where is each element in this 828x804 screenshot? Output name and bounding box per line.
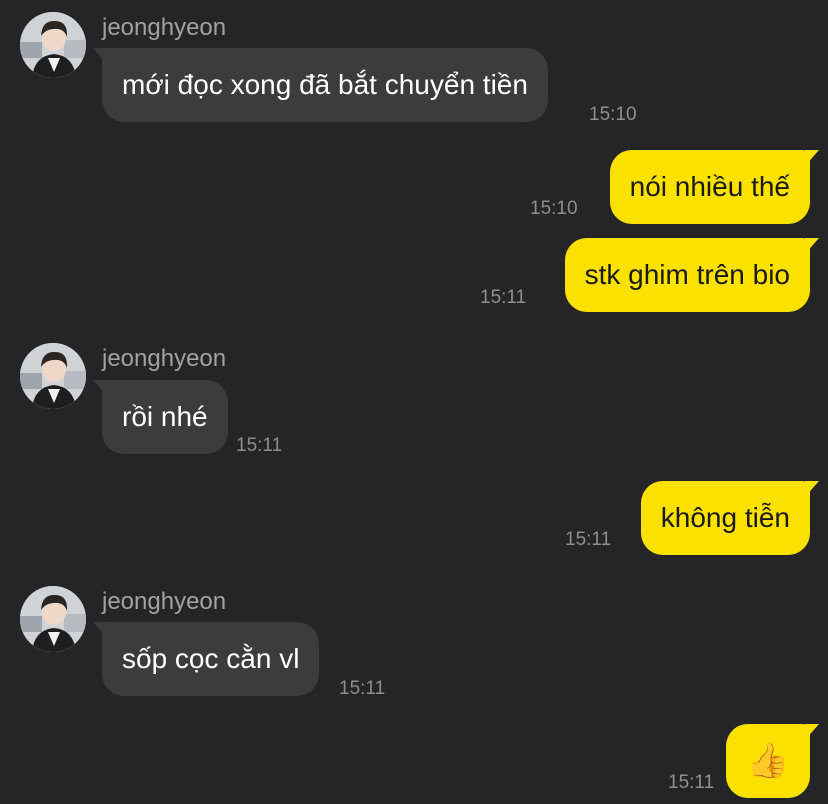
message-timestamp: 15:11 bbox=[668, 772, 715, 793]
message-text: sốp cọc cằn vl bbox=[122, 643, 300, 674]
message-timestamp: 15:10 bbox=[530, 198, 578, 219]
message-bubble-outgoing[interactable]: stk ghim trên bio bbox=[564, 238, 820, 312]
message-text: mới đọc xong đã bắt chuyển tiền bbox=[122, 69, 528, 100]
avatar-photo-icon bbox=[20, 586, 86, 652]
message-timestamp: 15:11 bbox=[236, 435, 283, 456]
avatar[interactable] bbox=[20, 586, 86, 652]
thumbs-up-icon: 👍 bbox=[746, 742, 790, 780]
message-bubble-outgoing[interactable]: 👍 bbox=[726, 724, 819, 798]
message-text: stk ghim trên bio bbox=[584, 259, 790, 290]
message-text: rồi nhé bbox=[122, 401, 208, 432]
message-timestamp: 15:10 bbox=[589, 104, 637, 125]
avatar[interactable] bbox=[20, 12, 86, 78]
message-text: không tiễn bbox=[660, 502, 790, 533]
avatar-photo-icon bbox=[20, 12, 86, 78]
message-text: nói nhiều thế bbox=[629, 171, 790, 202]
sender-name: jeonghyeon bbox=[102, 14, 227, 41]
message-timestamp: 15:11 bbox=[480, 287, 527, 308]
message-bubble-incoming[interactable]: mới đọc xong đã bắt chuyển tiền bbox=[93, 48, 548, 122]
message-bubble-incoming[interactable]: rồi nhé bbox=[93, 380, 228, 454]
avatar[interactable] bbox=[20, 343, 86, 409]
message-bubble-outgoing[interactable]: không tiễn bbox=[640, 481, 820, 555]
avatar-photo-icon bbox=[20, 343, 86, 409]
chat-thread: jeonghyeon mới đọc xong đã bắt chuyển ti… bbox=[0, 0, 828, 804]
sender-name: jeonghyeon bbox=[102, 345, 227, 372]
message-bubble-incoming[interactable]: sốp cọc cằn vl bbox=[92, 622, 320, 696]
message-timestamp: 15:11 bbox=[339, 678, 386, 699]
message-bubble-outgoing[interactable]: nói nhiều thế bbox=[609, 150, 820, 224]
message-timestamp: 15:11 bbox=[565, 529, 612, 550]
sender-name: jeonghyeon bbox=[102, 588, 227, 615]
